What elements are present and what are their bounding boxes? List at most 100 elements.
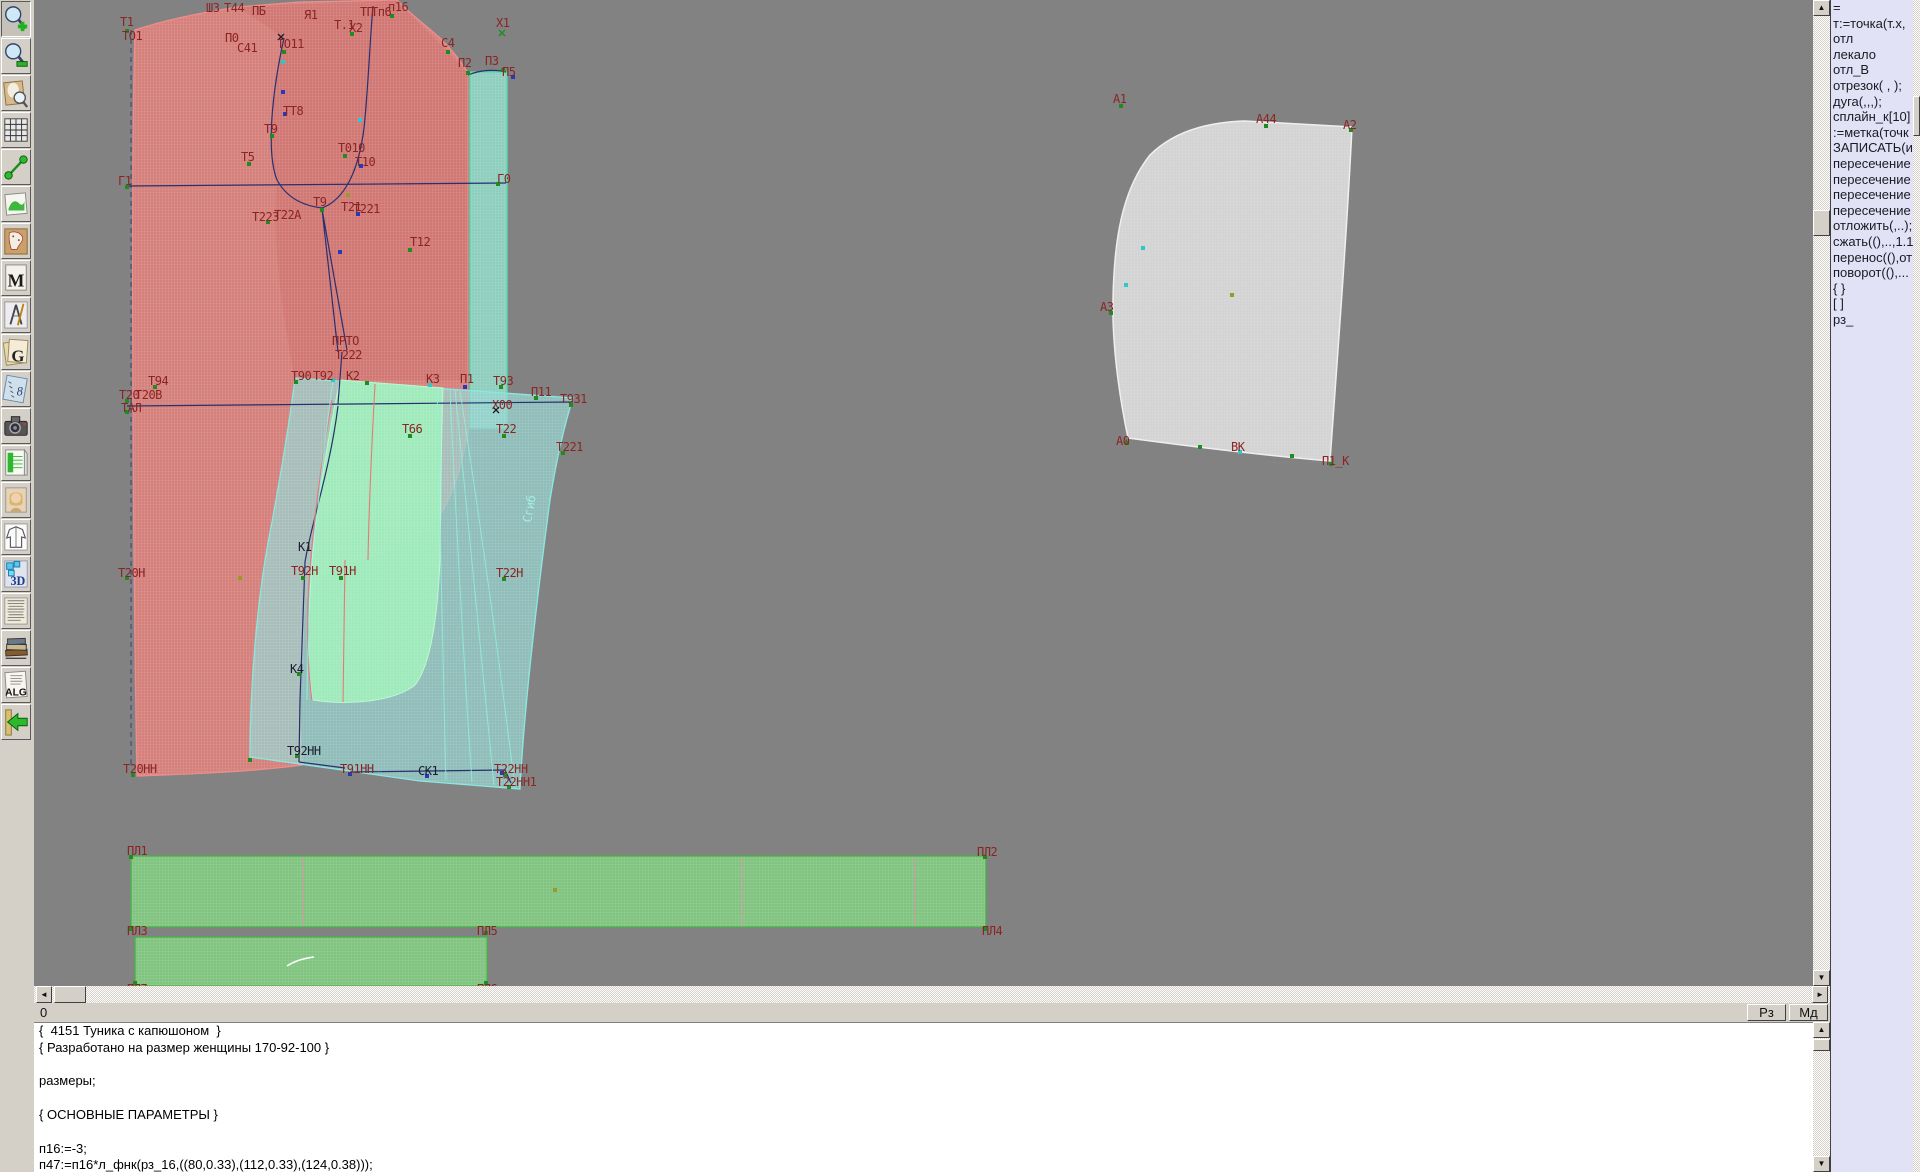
command-list-item[interactable]: отл [1831,31,1920,47]
svg-text:3D: 3D [10,574,25,588]
canvas-vertical-scrollbar[interactable]: ▲ ▼ [1813,0,1830,986]
drafting-tools-button[interactable] [1,297,31,333]
point-label: Т92 [313,369,333,383]
canvas-horizontal-scrollbar[interactable]: ◄ ► [34,986,1830,1003]
command-list-item[interactable]: дуга(,,,); [1831,94,1920,110]
command-list-item[interactable]: поворот((),... [1831,265,1920,281]
editor-vertical-scrollbar[interactable]: ▲ ▼ [1813,1022,1830,1172]
command-list-item[interactable]: пересечение [1831,156,1920,172]
letter-g-tool-button[interactable]: G [1,334,31,370]
point-label: Т010 [338,141,365,155]
scroll-down-icon[interactable]: ▼ [1813,1156,1830,1172]
books-tool-button[interactable] [1,630,31,666]
command-list-item[interactable]: пересечение [1831,172,1920,188]
garment-tool-button[interactable] [1,519,31,555]
command-list-item[interactable]: [ ] [1831,296,1920,312]
point-marker[interactable] [365,381,369,385]
command-list-item[interactable]: т:=точка(т.х, [1831,16,1920,32]
point-marker[interactable] [281,60,285,64]
camera-tool-button[interactable] [1,408,31,444]
point-marker[interactable] [1124,283,1128,287]
grid-tool-button[interactable] [1,112,31,148]
command-list-item[interactable]: отрезок( , ); [1831,78,1920,94]
pattern-piece-hood-gray[interactable] [1113,121,1352,461]
editor-line[interactable]: { 4151 Туника с капюшоном } [34,1023,1813,1040]
program-text-editor[interactable]: { 4151 Туника с капюшоном }{ Разработано… [34,1022,1813,1172]
pattern-strip-green-1[interactable] [131,856,986,927]
text-block-tool-button[interactable] [1,593,31,629]
point-marker[interactable] [358,118,362,122]
editor-line[interactable]: размеры; [34,1073,1813,1090]
point-marker[interactable] [1198,445,1202,449]
sheet-magnifier-button[interactable] [1,75,31,111]
curve-ruler-button[interactable]: 8 [1,371,31,407]
command-list-item[interactable]: рз_ [1831,312,1920,328]
alg-doc-tool-button[interactable]: ALG [1,667,31,703]
scroll-left-icon[interactable]: ◄ [36,986,52,1003]
point-label: ПЛ1 [127,844,147,858]
point-marker[interactable] [338,250,342,254]
point-marker[interactable] [466,71,470,75]
command-list-item[interactable]: сплайн_к[10] [1831,109,1920,125]
point-marker[interactable] [1141,246,1145,250]
command-list-item[interactable]: перенос((),от [1831,250,1920,266]
point-marker[interactable] [238,576,242,580]
rz-button[interactable]: Рз [1747,1004,1786,1021]
canvas-hscroll-thumb[interactable] [54,986,86,1003]
zoom-out-button[interactable] [1,38,31,74]
command-list-item[interactable]: = [1831,0,1920,16]
scroll-right-icon[interactable]: ► [1812,986,1828,1003]
point-label: А0 [1116,434,1130,448]
editor-line[interactable]: п47:=п16*л_фнк(рз_16,((80,0.33),(112,0.3… [34,1157,1813,1172]
pattern-strip-green-2[interactable] [135,937,487,986]
editor-line[interactable] [34,1057,1813,1074]
editor-line[interactable]: { ОСНОВНЫЕ ПАРАМЕТРЫ } [34,1107,1813,1124]
exit-tool-button[interactable] [1,704,31,740]
point-marker[interactable] [281,90,285,94]
grid-tool-icon [2,113,30,147]
scroll-up-icon[interactable]: ▲ [1813,0,1830,16]
scroll-down-icon[interactable]: ▼ [1813,970,1830,986]
letter-m-tool-icon: M [2,261,30,295]
command-list-item[interactable]: ЗАПИСАТЬ(и [1831,140,1920,156]
point-label: Т10 [355,155,375,169]
point-label: П3 [485,54,499,68]
command-list-item[interactable]: пересечение [1831,203,1920,219]
md-button[interactable]: Мд [1789,1004,1828,1021]
picture-tool-button[interactable] [1,186,31,222]
editor-line[interactable] [34,1124,1813,1141]
point-marker[interactable] [1230,293,1234,297]
panel-scroll-thumb[interactable] [1913,96,1920,136]
point-marker[interactable] [553,888,557,892]
point-marker[interactable] [248,758,252,762]
point-label: А2 [1343,118,1357,132]
pattern-sheet-button[interactable] [1,223,31,259]
letter-m-tool-button[interactable]: M [1,260,31,296]
command-list-item[interactable]: { } [1831,281,1920,297]
panel-scrollbar[interactable] [1913,0,1920,1172]
command-list-item[interactable]: лекало [1831,47,1920,63]
command-list-item[interactable]: отложить(,..); [1831,218,1920,234]
editor-vscroll-thumb[interactable] [1813,1039,1830,1051]
canvas-vscroll-thumb[interactable] [1813,210,1830,236]
measure-tool-button[interactable] [1,149,31,185]
point-label: Т931 [560,392,587,406]
point-marker[interactable] [346,193,350,197]
table-tool-button[interactable] [1,445,31,481]
portrait-tool-button[interactable] [1,482,31,518]
point-marker[interactable] [446,50,450,54]
command-list-item[interactable]: пересечение [1831,187,1920,203]
editor-line[interactable] [34,1090,1813,1107]
editor-line[interactable]: { Разработано на размер женщины 170-92-1… [34,1040,1813,1057]
zoom-in-button[interactable] [1,1,31,37]
command-list-item[interactable]: сжать((),..,1.1 [1831,234,1920,250]
svg-text:M: M [8,270,25,290]
point-label: Х1 [496,16,510,30]
pattern-canvas[interactable]: Т1ТО1Ш3Т44ПБЯ1П0С41ТО11Т.1Х2ТПТп6п16С4Х1… [34,0,1813,987]
scroll-up-icon[interactable]: ▲ [1813,1022,1830,1038]
command-list-item[interactable]: отл_В [1831,62,1920,78]
command-list-item[interactable]: :=метка(точк [1831,125,1920,141]
point-marker[interactable] [1290,454,1294,458]
three-d-tool-button[interactable]: 3D [1,556,31,592]
editor-line[interactable]: п16:=-3; [34,1141,1813,1158]
